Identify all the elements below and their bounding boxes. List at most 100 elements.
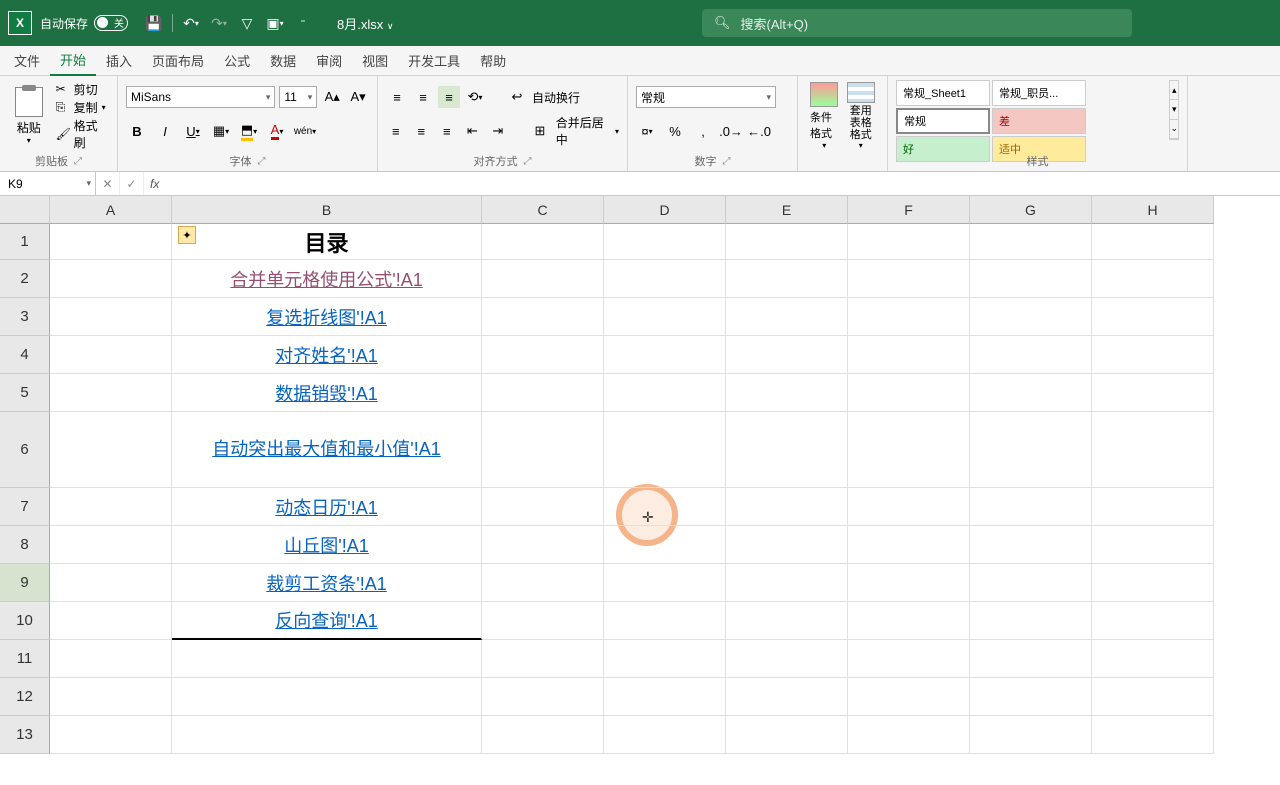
cell-d6[interactable] — [604, 412, 726, 488]
style-scroll-more[interactable]: ⌄ — [1170, 120, 1178, 139]
cell-c2[interactable] — [482, 260, 604, 298]
row-header-9[interactable]: 9 — [0, 564, 50, 602]
increase-font-icon[interactable]: A▴ — [321, 86, 343, 108]
indent-increase-icon[interactable]: ⇥ — [488, 120, 508, 142]
cell-a7[interactable] — [50, 488, 172, 526]
cell-g3[interactable] — [970, 298, 1092, 336]
style-scroll-up[interactable]: ▴ — [1170, 81, 1178, 100]
cell-g1[interactable] — [970, 224, 1092, 260]
cell-c10[interactable] — [482, 602, 604, 640]
cell-b10[interactable]: 反向查询'!A1 — [172, 602, 482, 640]
cell-c7[interactable] — [482, 488, 604, 526]
col-header-a[interactable]: A — [50, 196, 172, 224]
cell-a12[interactable] — [50, 678, 172, 716]
tab-formulas[interactable]: 公式 — [214, 46, 260, 76]
cell-b7[interactable]: 动态日历'!A1 — [172, 488, 482, 526]
font-launcher[interactable]: ⤢ — [258, 156, 266, 167]
cell-a11[interactable] — [50, 640, 172, 678]
cell-f2[interactable] — [848, 260, 970, 298]
col-header-d[interactable]: D — [604, 196, 726, 224]
cell-c8[interactable] — [482, 526, 604, 564]
row-header-11[interactable]: 11 — [0, 640, 50, 678]
orientation-icon[interactable]: ⟲▾ — [464, 86, 486, 108]
select-all-corner[interactable] — [0, 196, 50, 224]
style-scroll-down[interactable]: ▾ — [1170, 100, 1178, 119]
cell-d3[interactable] — [604, 298, 726, 336]
merge-label[interactable]: 合并后居中 — [556, 114, 609, 148]
style-cell-bad[interactable]: 差 — [992, 108, 1086, 134]
cell-h7[interactable] — [1092, 488, 1214, 526]
cell-b12[interactable] — [172, 678, 482, 716]
cell-c13[interactable] — [482, 716, 604, 754]
cell-g5[interactable] — [970, 374, 1092, 412]
col-header-b[interactable]: B — [172, 196, 482, 224]
col-header-e[interactable]: E — [726, 196, 848, 224]
cell-h8[interactable] — [1092, 526, 1214, 564]
row-header-10[interactable]: 10 — [0, 602, 50, 640]
align-center-icon[interactable]: ≡ — [412, 120, 432, 142]
filename[interactable]: 8月.xlsx ∨ — [337, 14, 393, 33]
cell-d5[interactable] — [604, 374, 726, 412]
cell-f4[interactable] — [848, 336, 970, 374]
underline-button[interactable]: U▾ — [182, 120, 204, 142]
conditional-format-button[interactable]: 条件格式▾ — [806, 80, 843, 152]
cell-e1[interactable] — [726, 224, 848, 260]
tab-view[interactable]: 视图 — [352, 46, 398, 76]
row-header-4[interactable]: 4 — [0, 336, 50, 374]
style-cell-staff[interactable]: 常规_职员... — [992, 80, 1086, 106]
accept-formula-icon[interactable]: ✓ — [120, 172, 144, 195]
cell-h4[interactable] — [1092, 336, 1214, 374]
number-launcher[interactable]: ⤢ — [723, 156, 731, 167]
row-header-3[interactable]: 3 — [0, 298, 50, 336]
tab-data[interactable]: 数据 — [260, 46, 306, 76]
undo-icon[interactable]: ↶▾ — [177, 9, 205, 37]
paste-button[interactable]: 粘贴 ▾ — [8, 80, 50, 151]
cell-c5[interactable] — [482, 374, 604, 412]
cell-e13[interactable] — [726, 716, 848, 754]
indent-decrease-icon[interactable]: ⇤ — [463, 120, 483, 142]
fx-icon[interactable]: fx — [144, 177, 165, 191]
fill-color-button[interactable]: ⬒▾ — [238, 120, 260, 142]
cut-button[interactable]: ✂剪切 — [56, 81, 109, 98]
qat-customize-icon[interactable]: ⁼ — [289, 9, 317, 37]
cell-d9[interactable] — [604, 564, 726, 602]
cell-g7[interactable] — [970, 488, 1092, 526]
tab-developer[interactable]: 开发工具 — [398, 46, 470, 76]
row-header-13[interactable]: 13 — [0, 716, 50, 754]
cell-f12[interactable] — [848, 678, 970, 716]
currency-icon[interactable]: ¤▾ — [636, 120, 658, 142]
cell-h12[interactable] — [1092, 678, 1214, 716]
align-right-icon[interactable]: ≡ — [437, 120, 457, 142]
camera-icon[interactable]: ▣▾ — [261, 9, 289, 37]
cell-h11[interactable] — [1092, 640, 1214, 678]
cell-g13[interactable] — [970, 716, 1092, 754]
cell-a3[interactable] — [50, 298, 172, 336]
cell-f11[interactable] — [848, 640, 970, 678]
style-cell-normal[interactable]: 常规 — [896, 108, 990, 134]
cell-a10[interactable] — [50, 602, 172, 640]
wrap-text-icon[interactable]: ↩ — [506, 86, 528, 108]
formula-input[interactable] — [165, 172, 1280, 195]
cell-a1[interactable] — [50, 224, 172, 260]
italic-button[interactable]: I — [154, 120, 176, 142]
font-name-dropdown[interactable]: MiSans▾ — [126, 86, 275, 108]
cell-h3[interactable] — [1092, 298, 1214, 336]
cell-g11[interactable] — [970, 640, 1092, 678]
cell-e7[interactable] — [726, 488, 848, 526]
cell-b1[interactable]: 目录 — [172, 224, 482, 260]
cell-f8[interactable] — [848, 526, 970, 564]
bold-button[interactable]: B — [126, 120, 148, 142]
row-header-2[interactable]: 2 — [0, 260, 50, 298]
cell-d11[interactable] — [604, 640, 726, 678]
row-header-7[interactable]: 7 — [0, 488, 50, 526]
cell-c6[interactable] — [482, 412, 604, 488]
cell-g4[interactable] — [970, 336, 1092, 374]
cell-d4[interactable] — [604, 336, 726, 374]
cell-f6[interactable] — [848, 412, 970, 488]
cell-a6[interactable] — [50, 412, 172, 488]
font-color-button[interactable]: A▾ — [266, 120, 288, 142]
save-icon[interactable]: 💾 — [140, 9, 168, 37]
decrease-font-icon[interactable]: A▾ — [347, 86, 369, 108]
copy-button[interactable]: ⎘复制 ▾ — [56, 99, 109, 116]
cell-d2[interactable] — [604, 260, 726, 298]
